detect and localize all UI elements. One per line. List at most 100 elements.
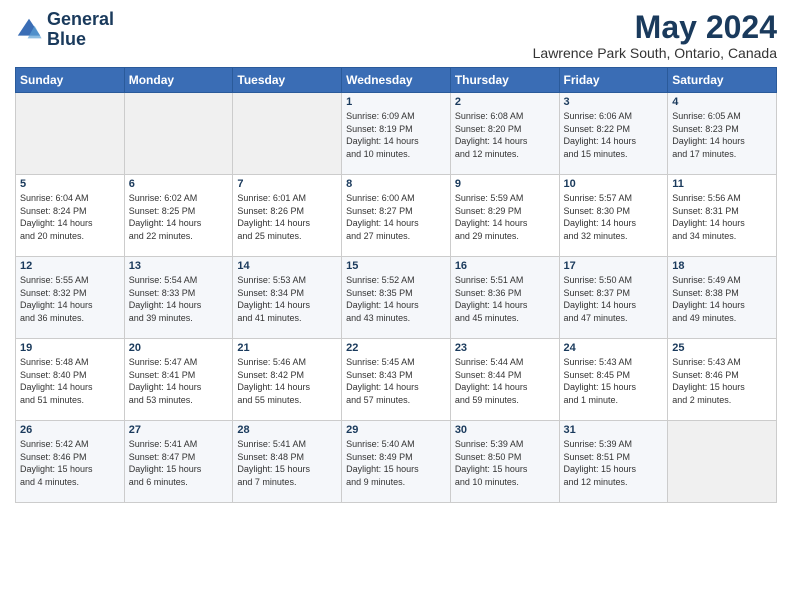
day-number: 1: [346, 96, 446, 108]
day-info: Sunrise: 5:46 AM Sunset: 8:42 PM Dayligh…: [237, 356, 337, 406]
day-number: 21: [237, 342, 337, 354]
calendar-cell: 12 Sunrise: 5:55 AM Sunset: 8:32 PM Dayli…: [16, 257, 125, 339]
day-of-week-header: Saturday: [668, 68, 777, 93]
day-info: Sunrise: 5:45 AM Sunset: 8:43 PM Dayligh…: [346, 356, 446, 406]
day-number: 20: [129, 342, 229, 354]
month-title: May 2024: [533, 10, 777, 45]
day-number: 3: [564, 96, 664, 108]
calendar-cell: [16, 93, 125, 175]
day-number: 11: [672, 178, 772, 190]
day-number: 13: [129, 260, 229, 272]
day-info: Sunrise: 5:47 AM Sunset: 8:41 PM Dayligh…: [129, 356, 229, 406]
calendar-cell: 8Sunrise: 6:00 AM Sunset: 8:27 PM Daylig…: [342, 175, 451, 257]
calendar-cell: 4Sunrise: 6:05 AM Sunset: 8:23 PM Daylig…: [668, 93, 777, 175]
day-number: 4: [672, 96, 772, 108]
day-info: Sunrise: 6:08 AM Sunset: 8:20 PM Dayligh…: [455, 110, 555, 160]
day-number: 24: [564, 342, 664, 354]
calendar-cell: 11 Sunrise: 5:56 AM Sunset: 8:31 PM Dayli…: [668, 175, 777, 257]
calendar-cell: 22 Sunrise: 5:45 AM Sunset: 8:43 PM Dayli…: [342, 339, 451, 421]
calendar-cell: 29 Sunrise: 5:40 AM Sunset: 8:49 PM Dayli…: [342, 421, 451, 503]
day-number: 6: [129, 178, 229, 190]
calendar-week-row: 5Sunrise: 6:04 AM Sunset: 8:24 PM Daylig…: [16, 175, 777, 257]
calendar-cell: 7 Sunrise: 6:01 AM Sunset: 8:26 PM Daylig…: [233, 175, 342, 257]
day-info: Sunrise: 5:41 AM Sunset: 8:48 PM Dayligh…: [237, 438, 337, 488]
day-number: 25: [672, 342, 772, 354]
day-number: 2: [455, 96, 555, 108]
calendar-week-row: 1 Sunrise: 6:09 AM Sunset: 8:19 PM Daylig…: [16, 93, 777, 175]
calendar-cell: 3 Sunrise: 6:06 AM Sunset: 8:22 PM Daylig…: [559, 93, 668, 175]
day-of-week-header: Friday: [559, 68, 668, 93]
day-info: Sunrise: 6:01 AM Sunset: 8:26 PM Dayligh…: [237, 192, 337, 242]
calendar-cell: 18Sunrise: 5:49 AM Sunset: 8:38 PM Dayli…: [668, 257, 777, 339]
day-info: Sunrise: 6:06 AM Sunset: 8:22 PM Dayligh…: [564, 110, 664, 160]
logo-text: General Blue: [47, 10, 114, 50]
calendar-cell: 14 Sunrise: 5:53 AM Sunset: 8:34 PM Dayli…: [233, 257, 342, 339]
day-number: 23: [455, 342, 555, 354]
calendar-cell: 21 Sunrise: 5:46 AM Sunset: 8:42 PM Dayli…: [233, 339, 342, 421]
day-number: 17: [564, 260, 664, 272]
logo-icon: [15, 16, 43, 44]
day-info: Sunrise: 5:50 AM Sunset: 8:37 PM Dayligh…: [564, 274, 664, 324]
calendar-cell: 6 Sunrise: 6:02 AM Sunset: 8:25 PM Daylig…: [124, 175, 233, 257]
day-info: Sunrise: 5:42 AM Sunset: 8:46 PM Dayligh…: [20, 438, 120, 488]
page: General Blue May 2024 Lawrence Park Sout…: [0, 0, 792, 612]
calendar-cell: 5Sunrise: 6:04 AM Sunset: 8:24 PM Daylig…: [16, 175, 125, 257]
day-number: 12: [20, 260, 120, 272]
calendar-cell: [668, 421, 777, 503]
logo-line2: Blue: [47, 30, 114, 50]
calendar-week-row: 12 Sunrise: 5:55 AM Sunset: 8:32 PM Dayli…: [16, 257, 777, 339]
day-info: Sunrise: 5:40 AM Sunset: 8:49 PM Dayligh…: [346, 438, 446, 488]
day-info: Sunrise: 5:54 AM Sunset: 8:33 PM Dayligh…: [129, 274, 229, 324]
day-info: Sunrise: 5:53 AM Sunset: 8:34 PM Dayligh…: [237, 274, 337, 324]
calendar-cell: 15Sunrise: 5:52 AM Sunset: 8:35 PM Dayli…: [342, 257, 451, 339]
day-info: Sunrise: 5:56 AM Sunset: 8:31 PM Dayligh…: [672, 192, 772, 242]
day-number: 19: [20, 342, 120, 354]
day-number: 16: [455, 260, 555, 272]
calendar-cell: 20 Sunrise: 5:47 AM Sunset: 8:41 PM Dayli…: [124, 339, 233, 421]
calendar-cell: 25 Sunrise: 5:43 AM Sunset: 8:46 PM Dayli…: [668, 339, 777, 421]
calendar-cell: 23 Sunrise: 5:44 AM Sunset: 8:44 PM Dayli…: [450, 339, 559, 421]
calendar-cell: 19 Sunrise: 5:48 AM Sunset: 8:40 PM Dayli…: [16, 339, 125, 421]
calendar-cell: 28 Sunrise: 5:41 AM Sunset: 8:48 PM Dayli…: [233, 421, 342, 503]
day-info: Sunrise: 5:52 AM Sunset: 8:35 PM Dayligh…: [346, 274, 446, 324]
day-number: 8: [346, 178, 446, 190]
calendar-cell: 9 Sunrise: 5:59 AM Sunset: 8:29 PM Daylig…: [450, 175, 559, 257]
day-of-week-header: Tuesday: [233, 68, 342, 93]
day-info: Sunrise: 5:44 AM Sunset: 8:44 PM Dayligh…: [455, 356, 555, 406]
day-info: Sunrise: 5:41 AM Sunset: 8:47 PM Dayligh…: [129, 438, 229, 488]
day-number: 7: [237, 178, 337, 190]
day-number: 28: [237, 424, 337, 436]
logo: General Blue: [15, 10, 114, 50]
day-info: Sunrise: 5:55 AM Sunset: 8:32 PM Dayligh…: [20, 274, 120, 324]
day-info: Sunrise: 5:39 AM Sunset: 8:50 PM Dayligh…: [455, 438, 555, 488]
day-number: 29: [346, 424, 446, 436]
day-number: 18: [672, 260, 772, 272]
day-info: Sunrise: 5:59 AM Sunset: 8:29 PM Dayligh…: [455, 192, 555, 242]
location: Lawrence Park South, Ontario, Canada: [533, 45, 777, 61]
calendar-cell: 10Sunrise: 5:57 AM Sunset: 8:30 PM Dayli…: [559, 175, 668, 257]
day-info: Sunrise: 5:51 AM Sunset: 8:36 PM Dayligh…: [455, 274, 555, 324]
day-info: Sunrise: 6:02 AM Sunset: 8:25 PM Dayligh…: [129, 192, 229, 242]
header-right: May 2024 Lawrence Park South, Ontario, C…: [533, 10, 777, 61]
day-info: Sunrise: 5:48 AM Sunset: 8:40 PM Dayligh…: [20, 356, 120, 406]
calendar-cell: 16 Sunrise: 5:51 AM Sunset: 8:36 PM Dayli…: [450, 257, 559, 339]
day-info: Sunrise: 5:39 AM Sunset: 8:51 PM Dayligh…: [564, 438, 664, 488]
calendar-cell: 26Sunrise: 5:42 AM Sunset: 8:46 PM Dayli…: [16, 421, 125, 503]
logo-line1: General: [47, 10, 114, 30]
day-info: Sunrise: 5:57 AM Sunset: 8:30 PM Dayligh…: [564, 192, 664, 242]
day-info: Sunrise: 5:43 AM Sunset: 8:46 PM Dayligh…: [672, 356, 772, 406]
day-of-week-header: Sunday: [16, 68, 125, 93]
day-number: 9: [455, 178, 555, 190]
day-number: 14: [237, 260, 337, 272]
calendar-cell: 27Sunrise: 5:41 AM Sunset: 8:47 PM Dayli…: [124, 421, 233, 503]
calendar-week-row: 26Sunrise: 5:42 AM Sunset: 8:46 PM Dayli…: [16, 421, 777, 503]
day-number: 31: [564, 424, 664, 436]
calendar-cell: 24 Sunrise: 5:43 AM Sunset: 8:45 PM Dayli…: [559, 339, 668, 421]
day-number: 22: [346, 342, 446, 354]
day-info: Sunrise: 6:04 AM Sunset: 8:24 PM Dayligh…: [20, 192, 120, 242]
day-info: Sunrise: 5:43 AM Sunset: 8:45 PM Dayligh…: [564, 356, 664, 406]
calendar-cell: [233, 93, 342, 175]
day-of-week-header: Monday: [124, 68, 233, 93]
calendar-cell: 2 Sunrise: 6:08 AM Sunset: 8:20 PM Daylig…: [450, 93, 559, 175]
day-info: Sunrise: 6:09 AM Sunset: 8:19 PM Dayligh…: [346, 110, 446, 160]
